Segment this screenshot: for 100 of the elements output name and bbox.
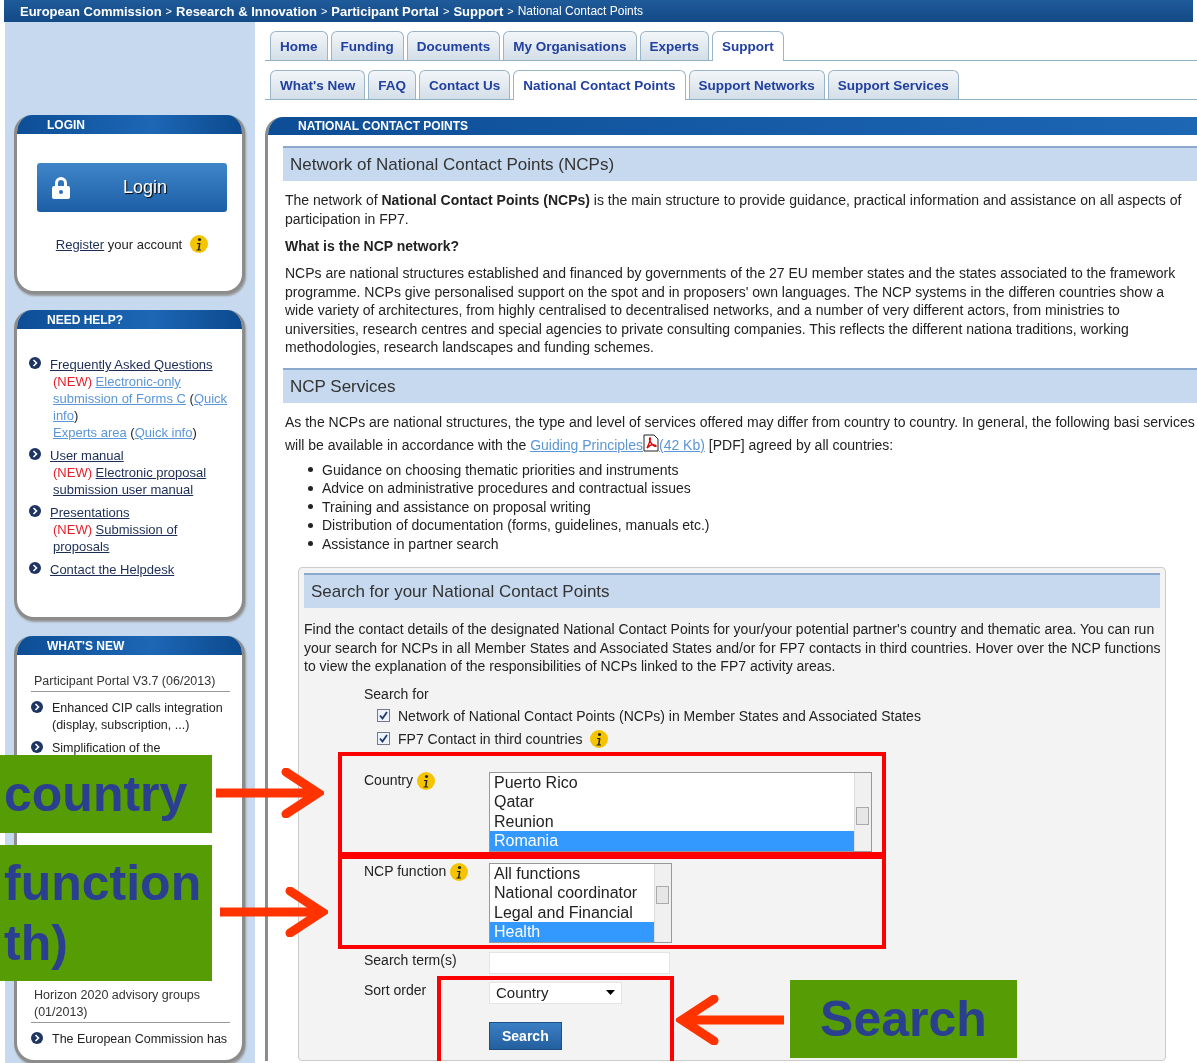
bullet-chevron-icon — [31, 701, 43, 714]
nav-tab[interactable]: Home — [270, 31, 328, 60]
help-note[interactable]: Experts area (Quick info) — [50, 424, 230, 442]
news-item: Simplification of the — [52, 740, 161, 758]
checkbox-label: Network of National Contact Points (NCPs) in Member States and Associated States — [398, 707, 921, 724]
breadcrumb-separator: > — [507, 5, 514, 17]
list-option[interactable]: National coordinator — [490, 883, 654, 903]
breadcrumb-link[interactable]: European Commission — [20, 3, 162, 19]
form-label: Country — [364, 771, 414, 788]
breadcrumb-link[interactable]: Support — [453, 3, 504, 19]
register-text: your account — [106, 236, 183, 252]
checkbox[interactable] — [377, 709, 390, 722]
help-note[interactable]: (NEW) Submission of proposals — [50, 521, 230, 556]
help-link[interactable]: User manual — [50, 448, 124, 464]
list-option[interactable]: Reunion — [490, 811, 854, 831]
nav-tab[interactable]: Experts — [639, 31, 710, 60]
info-icon[interactable] — [190, 235, 209, 253]
sub-tab[interactable]: What's New — [270, 70, 366, 99]
service-item: Guidance on choosing thematic priorities and instruments — [322, 460, 679, 479]
list-option[interactable]: Puerto Rico — [490, 772, 854, 792]
scrollbar[interactable] — [654, 863, 671, 942]
lock-icon — [51, 175, 71, 200]
news-item: The European Commission has — [52, 1031, 228, 1049]
search-button[interactable]: Search — [489, 1021, 562, 1050]
form-label: Sort order — [364, 981, 427, 998]
help-link[interactable]: Presentations — [50, 505, 130, 521]
breadcrumb-separator: > — [165, 5, 172, 17]
sub-tab[interactable]: National Contact Points — [513, 70, 686, 100]
list-option[interactable]: Qatar — [490, 792, 854, 812]
service-item: Training and assistance on proposal writing — [322, 497, 591, 516]
nav-tab[interactable]: Funding — [330, 31, 404, 60]
sub-tab[interactable]: Support Networks — [688, 70, 825, 99]
callout-label: country — [0, 755, 212, 833]
caret-icon — [606, 990, 615, 995]
bullet-dot-icon — [308, 467, 313, 473]
bullet-dot-icon — [308, 522, 313, 528]
news-heading: Participant Portal V3.7 (06/2013) — [31, 673, 230, 693]
panel-title: NATIONAL CONTACT POINTS — [268, 117, 1197, 135]
sort-dropdown[interactable]: Country — [489, 981, 622, 1004]
bullet-chevron-icon — [29, 357, 41, 370]
register-link[interactable]: Register — [55, 236, 105, 252]
box-title: LOGIN — [17, 115, 242, 134]
login-button[interactable]: Login — [37, 163, 227, 212]
bullet-chevron-icon — [29, 505, 41, 518]
section-heading: Network of National Contact Points (NCPs) — [283, 146, 1197, 181]
search-description: Find the contact details of the designated National Contact Points for your/your potential partner's country and thematic area. You can run your search for NCPs in all Member States and Associated States and/or for FP7 contacts in third countries. Hover over the NCP functions to view the explanation of the responsibilities of NCPs linked to the FP7 activity areas. — [304, 620, 1162, 676]
arrow-icon — [216, 768, 324, 818]
box-title: WHAT'S NEW — [17, 636, 242, 656]
breadcrumb-separator: > — [320, 5, 328, 17]
section-heading: NCP Services — [283, 367, 1197, 403]
list-option[interactable]: All functions — [490, 863, 654, 883]
services-paragraph: As the NCPs are national structures, the type and level of services offered may differ from country to country. In general, the following basi services will be available in accordance with the Guiding Principles (42 Kb) [PDF] agreed by all countries: — [285, 412, 1195, 455]
nav-tab[interactable]: My Organisations — [503, 31, 637, 60]
sub-tab[interactable]: Contact Us — [419, 70, 511, 99]
question-heading: What is the NCP network? — [285, 238, 460, 254]
form-label: NCP function — [364, 862, 447, 879]
breadcrumb-link[interactable]: National Contact Points — [517, 4, 644, 18]
description-paragraph: NCPs are national structures established and financed by governments of the 27 EU member states and the states associated to the framework programme. NCPs give personalised support on the spot and in proposers' own languages. The NCP systems in the differen countries show a wide variety of architectures, from highly centralised to decentralised networks, and a number of very different actors, from ministries to universities, research centres and special agencies to private consulting companies. This reflects the different nationa traditions, working methodologies, research landscapes and funding schemes. — [285, 264, 1177, 357]
checkbox[interactable] — [377, 732, 390, 745]
scrollbar[interactable] — [854, 772, 871, 851]
bullet-chevron-icon — [29, 562, 41, 575]
help-link[interactable]: Frequently Asked Questions — [50, 357, 213, 373]
callout-label: Search — [790, 980, 1017, 1058]
service-item: Assistance in partner search — [322, 534, 499, 553]
checkbox-label: FP7 Contact in third countries — [398, 730, 583, 747]
news-item: Enhanced CIP calls integration (display, subscription, ...) — [52, 700, 224, 735]
search-term-field[interactable] — [489, 951, 670, 974]
sub-tab[interactable]: Support Services — [827, 70, 959, 99]
info-icon[interactable] — [450, 862, 469, 881]
box-title: NEED HELP? — [17, 310, 242, 330]
nav-tab[interactable]: Documents — [406, 31, 501, 60]
pdf-icon — [643, 433, 659, 452]
section-heading: Search for your National Contact Points — [304, 573, 1160, 608]
bullet-chevron-icon — [31, 741, 43, 754]
breadcrumb-separator: > — [442, 5, 450, 17]
help-note[interactable]: (NEW) Electronic proposal submission user manual — [50, 464, 230, 499]
nav-tab[interactable]: Support — [712, 31, 784, 61]
info-icon[interactable] — [590, 729, 609, 748]
country-listbox[interactable]: Puerto Rico Qatar Reunion Romania — [489, 771, 872, 852]
sub-tab[interactable]: FAQ — [368, 70, 416, 99]
callout-label: function th) — [0, 845, 212, 981]
list-option[interactable]: Legal and Financial — [490, 902, 654, 922]
bullet-chevron-icon — [31, 1032, 43, 1045]
news-heading: Horizon 2020 advisory groups (01/2013) — [31, 987, 230, 1024]
help-link[interactable]: Contact the Helpdesk — [50, 562, 175, 578]
arrow-icon — [220, 887, 328, 937]
bullet-dot-icon — [308, 485, 313, 491]
arrow-icon — [676, 995, 784, 1045]
breadcrumb-link[interactable]: Participant Portal — [331, 3, 439, 19]
help-note[interactable]: (NEW) Electronic-only submission of Forms C (Quick info) — [50, 373, 230, 425]
info-icon[interactable] — [417, 771, 436, 790]
breadcrumb-link[interactable]: Research & Innovation — [176, 3, 317, 19]
form-label: Search for — [364, 685, 430, 702]
bullet-dot-icon — [308, 504, 313, 510]
service-item: Advice on administrative procedures and contractual issues — [322, 479, 691, 498]
function-listbox[interactable]: All functions National coordinator Legal and Financial Health — [489, 862, 672, 943]
bullet-dot-icon — [308, 541, 313, 547]
service-item: Distribution of documentation (forms, guidelines, manuals etc.) — [322, 516, 710, 535]
intro-paragraph: The network of National Contact Points (NCPs) is the main structure to provide guidance, practical information and assistance on all aspects of participation in FP7. — [285, 191, 1183, 228]
form-label: Search term(s) — [364, 951, 457, 968]
